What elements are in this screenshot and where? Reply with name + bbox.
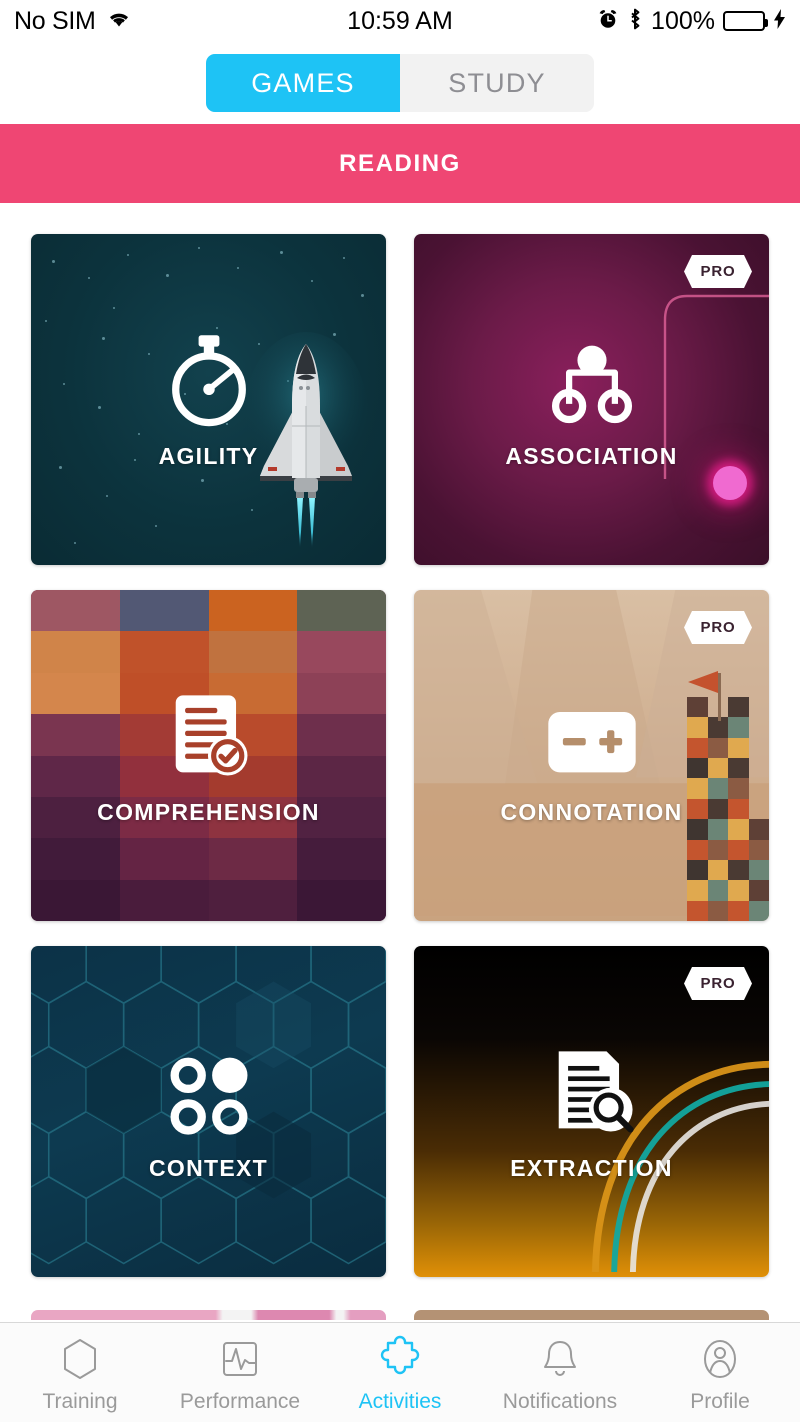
category-banner: READING — [0, 124, 800, 203]
pixel-tower-decoration — [687, 697, 769, 921]
peek-card-left[interactable] — [31, 1310, 386, 1320]
puzzle-piece-icon — [380, 1335, 420, 1375]
battery-percent-label: 100% — [651, 6, 715, 35]
honeycomb-decoration — [31, 946, 386, 1265]
tab-notifications[interactable]: Notifications — [480, 1335, 640, 1414]
peek-card-right[interactable] — [414, 1310, 769, 1320]
tab-label: Notifications — [502, 1390, 618, 1413]
status-bar: No SIM 10:59 AM 100% — [0, 0, 800, 42]
tab-label: Profile — [690, 1390, 750, 1413]
game-card-context[interactable]: CONTEXT — [31, 946, 386, 1277]
game-card-agility[interactable]: AGILITY — [31, 234, 386, 565]
carrier-label: No SIM — [14, 6, 96, 35]
tab-training[interactable]: Training — [0, 1335, 160, 1414]
category-banner-label: READING — [339, 149, 461, 177]
node-tree-icon — [551, 345, 632, 424]
tab-profile[interactable]: Profile — [640, 1335, 800, 1414]
alarm-clock-icon — [597, 8, 619, 35]
segmented-control[interactable]: GAMES STUDY — [206, 54, 594, 112]
pulse-chart-icon — [223, 1342, 257, 1376]
flagpole-decoration — [718, 673, 721, 721]
mosaic-decoration — [31, 590, 386, 921]
bell-icon — [544, 1341, 576, 1376]
tab-study[interactable]: STUDY — [400, 54, 594, 112]
segmented-control-container: GAMES STUDY — [0, 42, 800, 124]
bluetooth-icon — [627, 7, 643, 36]
hexagon-icon — [64, 1339, 96, 1379]
next-row-peek — [31, 1310, 769, 1320]
tab-activities[interactable]: Activities — [320, 1335, 480, 1414]
tab-performance[interactable]: Performance — [160, 1335, 320, 1414]
flag-decoration — [688, 671, 718, 693]
game-card-comprehension[interactable]: COMPREHENSION — [31, 590, 386, 921]
game-card-extraction[interactable]: PRO EXTRACTION — [414, 946, 769, 1277]
pro-badge-label: PRO — [700, 975, 736, 992]
game-card-grid: AGILITY PRO ASSOCIATION COMPREHENSION PR… — [0, 203, 800, 1322]
tab-label: Performance — [179, 1390, 301, 1413]
tab-games[interactable]: GAMES — [206, 54, 400, 112]
lightning-bolt-icon — [773, 8, 786, 35]
tab-label: Training — [42, 1390, 118, 1413]
tab-label: Activities — [358, 1390, 442, 1413]
status-bar-left: No SIM — [14, 7, 132, 36]
status-bar-right: 100% — [597, 7, 786, 36]
person-circle-icon — [704, 1340, 736, 1378]
pro-badge-label: PRO — [700, 619, 736, 636]
game-card-association[interactable]: PRO ASSOCIATION — [414, 234, 769, 565]
bottom-tab-bar: Training Performance Activities Notifica… — [0, 1322, 800, 1422]
space-shuttle-decoration — [244, 332, 368, 548]
battery-full-icon — [723, 11, 768, 31]
wifi-icon — [106, 9, 132, 34]
glowing-node-decoration — [713, 466, 747, 500]
game-card-connotation[interactable]: PRO CONNOTATION — [414, 590, 769, 921]
pro-badge-label: PRO — [700, 263, 736, 280]
